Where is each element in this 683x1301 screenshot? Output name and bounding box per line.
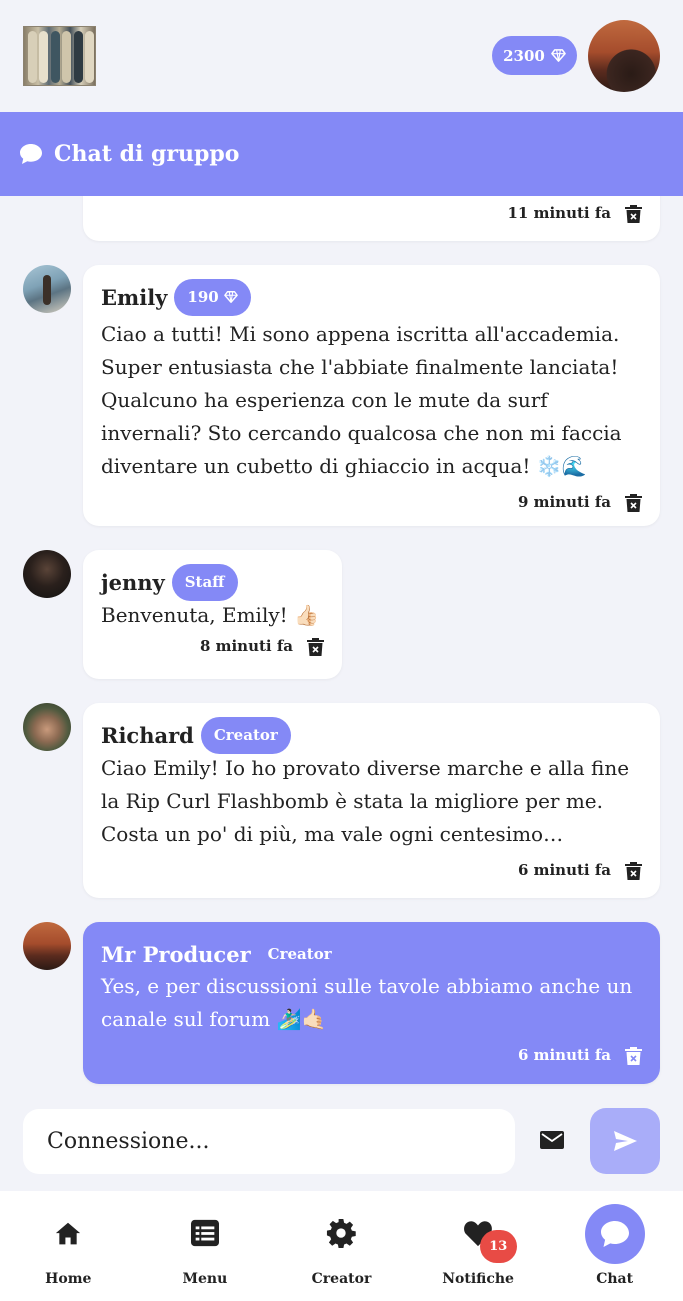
nav-chat[interactable]: Chat: [546, 1191, 683, 1301]
message-text: Benvenuta, Emily! 👍🏻: [101, 603, 319, 627]
chat-title: Chat di gruppo: [54, 141, 240, 167]
message-meta: 8 minuti fa: [101, 629, 324, 663]
message-time: 11 minuti fa: [507, 204, 612, 222]
message-bubble: Richard Creator Ciao Emily! Io ho provat…: [83, 703, 660, 898]
top-bar: 2300: [0, 0, 683, 112]
message-author: jenny: [101, 569, 165, 595]
nav-label: Home: [45, 1271, 92, 1287]
message-author: Mr Producer: [101, 941, 251, 967]
message-time: 6 minuti fa: [517, 861, 611, 879]
message-bubble: Mr Producer Creator Yes, e per discussio…: [83, 922, 660, 1084]
message-bubble: 11 minuti fa: [83, 196, 660, 241]
message-header: Richard Creator: [101, 715, 642, 755]
nav-creator[interactable]: Creator: [273, 1191, 410, 1301]
message-input[interactable]: [23, 1109, 515, 1174]
nav-menu[interactable]: Menu: [137, 1191, 274, 1301]
gems-count: 2300: [503, 46, 545, 65]
trash-icon[interactable]: [625, 204, 642, 223]
message-list[interactable]: 11 minuti fa Emily 190 Ciao a tutti! Mi …: [0, 196, 683, 1103]
user-gems-count: 190: [187, 288, 219, 306]
trash-icon[interactable]: [625, 861, 642, 880]
message-meta: 11 minuti fa: [101, 196, 642, 230]
nav-label: Menu: [182, 1271, 228, 1287]
chat-header: Chat di gruppo: [0, 112, 683, 196]
message-author: Richard: [101, 722, 194, 748]
trash-icon[interactable]: [625, 1046, 642, 1065]
message-composer: [0, 1103, 683, 1191]
avatar[interactable]: [23, 922, 71, 970]
send-button[interactable]: [590, 1108, 660, 1174]
gems-balance-badge[interactable]: 2300: [492, 36, 577, 75]
chat-bubble-icon: [600, 1221, 629, 1247]
role-badge: Creator: [200, 716, 291, 754]
notifications-count-badge: 13: [479, 1230, 517, 1263]
message-time: 9 minuti fa: [517, 493, 611, 511]
send-icon: [613, 1131, 637, 1151]
nav-notifications[interactable]: 13 Notifiche: [410, 1191, 547, 1301]
role-badge: Creator: [267, 945, 332, 963]
bottom-navigation: Home Menu Creator 13 Notifiche Chat: [0, 1191, 683, 1301]
nav-label: Creator: [311, 1271, 372, 1287]
diamond-icon: [223, 291, 238, 303]
list-icon: [190, 1219, 219, 1247]
message-header: jenny Staff: [101, 562, 324, 602]
role-badge: Staff: [171, 563, 238, 601]
message-text: Ciao Emily! Io ho provato diverse marche…: [101, 756, 630, 846]
profile-avatar[interactable]: [588, 20, 660, 92]
message-time: 6 minuti fa: [517, 1046, 611, 1064]
message-meta: 6 minuti fa: [101, 1038, 642, 1072]
message-header: Emily 190: [101, 277, 642, 317]
diamond-icon: [551, 49, 566, 62]
nav-home[interactable]: Home: [0, 1191, 137, 1301]
nav-label: Chat: [596, 1271, 634, 1287]
message-text: Ciao a tutti! Mi sono appena iscritta al…: [101, 322, 622, 478]
trash-icon[interactable]: [625, 493, 642, 512]
message-header: Mr Producer Creator: [101, 934, 642, 974]
message-meta: 6 minuti fa: [101, 853, 642, 887]
message-text: Yes, e per discussioni sulle tavole abbi…: [101, 974, 633, 1031]
message-bubble: jenny Staff Benvenuta, Emily! 👍🏻 8 minut…: [83, 550, 342, 679]
home-icon: [56, 1222, 81, 1245]
trash-icon[interactable]: [307, 637, 324, 656]
message-meta: 9 minuti fa: [101, 485, 642, 519]
avatar[interactable]: [23, 703, 71, 751]
chat-bubble-icon: [20, 144, 42, 164]
avatar[interactable]: [23, 265, 71, 313]
avatar[interactable]: [23, 550, 71, 598]
message-author: Emily: [101, 284, 168, 310]
message-bubble: Emily 190 Ciao a tutti! Mi sono appena i…: [83, 265, 660, 526]
mail-icon[interactable]: [540, 1131, 564, 1149]
chat-nav-button[interactable]: [584, 1204, 645, 1264]
surfboards-logo-icon[interactable]: [23, 26, 96, 86]
gear-icon: [327, 1218, 357, 1248]
message-time: 8 minuti fa: [199, 637, 293, 655]
user-gems-badge: 190: [174, 278, 251, 316]
nav-label: Notifiche: [442, 1271, 514, 1287]
